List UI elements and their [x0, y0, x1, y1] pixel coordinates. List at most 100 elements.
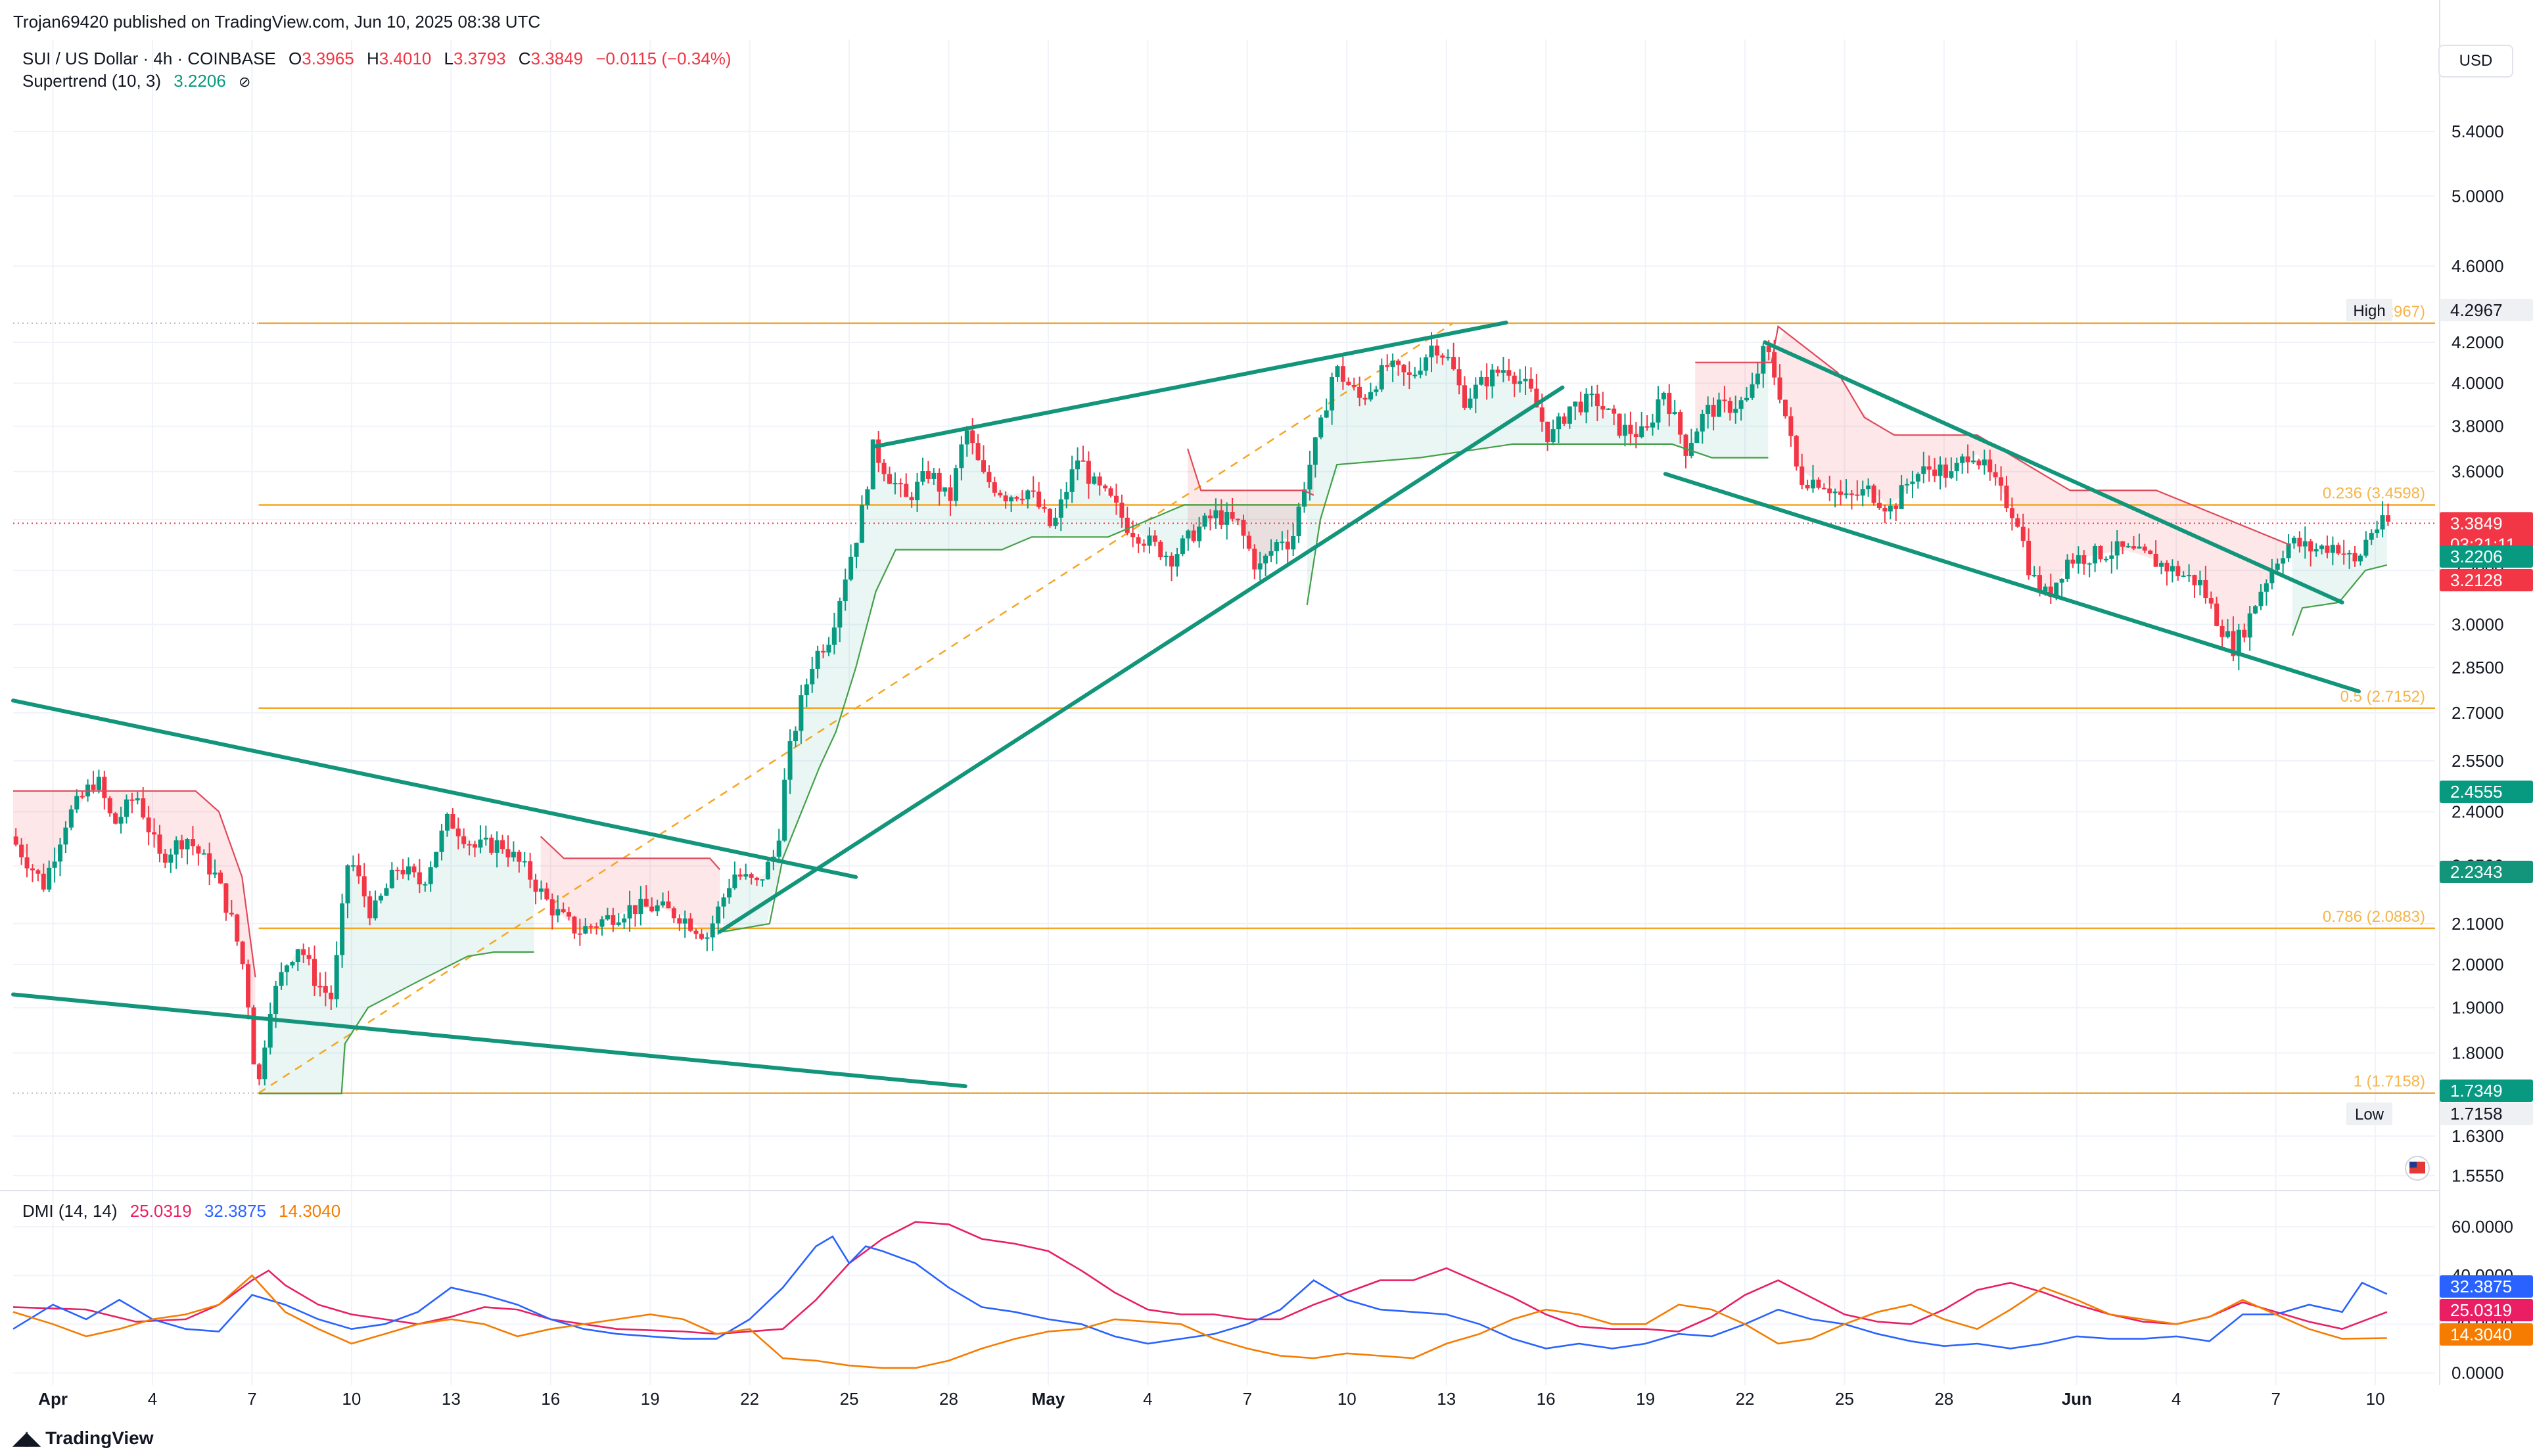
candle[interactable] — [699, 934, 704, 939]
candle[interactable] — [345, 865, 350, 903]
candle[interactable] — [1473, 384, 1478, 399]
candle[interactable] — [1633, 434, 1638, 438]
candle[interactable] — [1628, 424, 1633, 434]
candle[interactable] — [1849, 493, 1854, 495]
flag-icon[interactable] — [2405, 1156, 2430, 1181]
candle[interactable] — [2109, 555, 2114, 559]
candle[interactable] — [118, 817, 124, 824]
candle[interactable] — [135, 798, 140, 801]
candle[interactable] — [1622, 424, 1627, 436]
candle[interactable] — [1219, 510, 1224, 525]
candle[interactable] — [478, 839, 483, 848]
candle[interactable] — [942, 487, 948, 492]
candle[interactable] — [1949, 471, 1954, 478]
candle[interactable] — [400, 869, 406, 875]
candle[interactable] — [1738, 400, 1744, 409]
candle[interactable] — [207, 853, 212, 875]
candle[interactable] — [577, 933, 582, 935]
candle[interactable] — [2032, 575, 2037, 577]
candle[interactable] — [168, 854, 174, 863]
candle[interactable] — [1876, 503, 1882, 509]
candle[interactable] — [13, 836, 18, 845]
candle[interactable] — [52, 861, 57, 868]
candle[interactable] — [517, 852, 522, 862]
candle[interactable] — [964, 430, 969, 445]
candle[interactable] — [2291, 537, 2296, 544]
candle[interactable] — [1899, 485, 1904, 509]
candle[interactable] — [63, 827, 68, 845]
candle[interactable] — [146, 817, 151, 832]
candle[interactable] — [141, 798, 146, 818]
candle[interactable] — [1500, 370, 1506, 373]
candle[interactable] — [1672, 412, 1677, 415]
candle[interactable] — [716, 906, 721, 924]
candle[interactable] — [2020, 526, 2026, 541]
candle[interactable] — [666, 901, 671, 909]
candle[interactable] — [1722, 399, 1727, 401]
candle[interactable] — [661, 901, 666, 906]
candle[interactable] — [1821, 488, 1826, 489]
candle[interactable] — [467, 844, 472, 846]
candle[interactable] — [1744, 398, 1750, 401]
candle[interactable] — [1252, 549, 1257, 570]
candle[interactable] — [925, 471, 931, 479]
candle[interactable] — [627, 905, 632, 919]
candle[interactable] — [1805, 484, 1810, 489]
candle[interactable] — [538, 888, 544, 892]
candle[interactable] — [937, 472, 942, 492]
candle[interactable] — [1230, 512, 1235, 519]
candle[interactable] — [174, 840, 179, 855]
candle[interactable] — [273, 986, 279, 1014]
candle[interactable] — [826, 645, 831, 653]
candle[interactable] — [47, 867, 52, 890]
candle[interactable] — [1368, 392, 1373, 400]
candle[interactable] — [1009, 497, 1014, 502]
candle[interactable] — [1938, 465, 1943, 476]
candle[interactable] — [2319, 545, 2325, 549]
candle[interactable] — [1578, 401, 1583, 413]
candle[interactable] — [223, 883, 229, 913]
candle[interactable] — [107, 798, 112, 813]
candle[interactable] — [765, 861, 770, 880]
candle[interactable] — [1727, 401, 1732, 413]
candle[interactable] — [1678, 412, 1683, 435]
candle[interactable] — [1539, 407, 1545, 422]
candle[interactable] — [1330, 376, 1335, 411]
candle[interactable] — [2131, 546, 2136, 549]
candle[interactable] — [1119, 502, 1125, 518]
candle[interactable] — [1406, 372, 1412, 375]
candle[interactable] — [2369, 533, 2374, 540]
candle[interactable] — [622, 918, 627, 922]
candle[interactable] — [1362, 398, 1368, 400]
candle[interactable] — [2175, 566, 2181, 576]
candle[interactable] — [91, 785, 96, 790]
candle[interactable] — [1910, 481, 1915, 484]
candle[interactable] — [1794, 436, 1799, 467]
candle[interactable] — [572, 917, 577, 934]
candle[interactable] — [1970, 460, 1976, 463]
candle[interactable] — [799, 695, 804, 731]
candle[interactable] — [1036, 491, 1042, 507]
candle[interactable] — [2164, 562, 2170, 572]
candle[interactable] — [1594, 394, 1600, 407]
candle[interactable] — [1202, 515, 1207, 527]
candle[interactable] — [1827, 488, 1832, 493]
candle[interactable] — [340, 903, 345, 955]
candle[interactable] — [301, 949, 306, 955]
candle[interactable] — [616, 922, 621, 925]
candle[interactable] — [776, 840, 781, 857]
candle[interactable] — [1982, 459, 1987, 466]
candle[interactable] — [1567, 406, 1572, 424]
candle[interactable] — [528, 861, 533, 880]
candle[interactable] — [1113, 495, 1119, 503]
candle[interactable] — [1656, 399, 1661, 423]
candle[interactable] — [373, 900, 378, 919]
candle[interactable] — [450, 813, 455, 829]
candle[interactable] — [1888, 505, 1893, 512]
candle[interactable] — [262, 1047, 267, 1080]
candle[interactable] — [1335, 366, 1340, 377]
candle[interactable] — [1523, 378, 1528, 382]
symbol-legend[interactable]: SUI / US Dollar · 4h · COINBASE O3.3965 … — [22, 49, 732, 69]
candle[interactable] — [1412, 375, 1418, 376]
candle[interactable] — [1053, 517, 1058, 526]
